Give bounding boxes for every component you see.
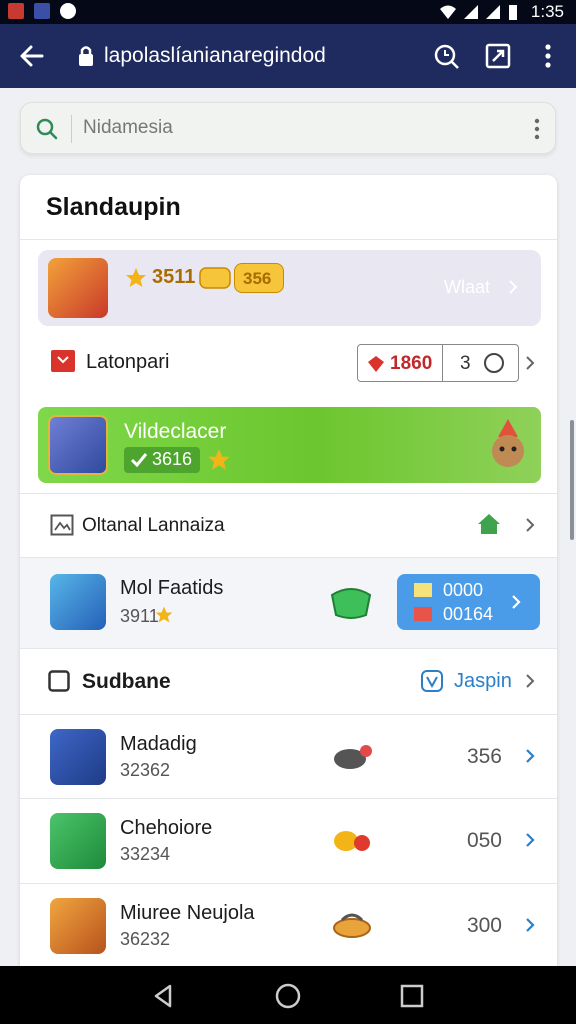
scrollbar[interactable]	[570, 420, 574, 540]
game-icon	[50, 813, 106, 869]
list-item[interactable]: Chehoiore 33234 050	[20, 799, 557, 883]
notification-icon	[8, 3, 24, 19]
chevron-right-icon	[526, 749, 535, 763]
list-item-value: 356	[466, 745, 502, 768]
game-icon	[50, 574, 106, 630]
flag-icon	[51, 350, 75, 372]
search-icon	[36, 118, 58, 140]
chevron-right-icon[interactable]	[523, 356, 537, 370]
featured-game-score: 3911	[120, 606, 159, 626]
star-icon	[126, 268, 146, 287]
divider	[20, 493, 557, 494]
translate-icon	[421, 670, 443, 692]
chevron-right-icon	[526, 833, 535, 847]
chevron-right-icon[interactable]	[523, 518, 537, 532]
list-item[interactable]: Miuree Neujola 36232 300	[20, 884, 557, 968]
button-line-2: 00164	[443, 604, 494, 624]
status-bar: 1:35	[0, 0, 576, 24]
wifi-icon	[440, 5, 456, 19]
promo-chip: 3616	[124, 447, 200, 473]
list-item[interactable]: Madadig 32362 356	[20, 715, 557, 798]
media-icon	[60, 3, 76, 19]
list-item-value: 050	[466, 829, 502, 852]
chevron-right-icon	[509, 280, 518, 294]
promo-title: Vildeclacer	[124, 420, 227, 443]
lock-icon	[79, 46, 93, 66]
featured-game-name: Mol Faatids	[120, 577, 224, 599]
chevron-right-icon[interactable]	[523, 674, 537, 688]
checkbox-icon[interactable]	[48, 670, 70, 692]
main-card: Slandaupin 3511 356 Wlaat Latonpari 1860…	[20, 175, 557, 975]
section-title: Sudbane	[82, 670, 171, 693]
edit-icon[interactable]	[482, 40, 514, 72]
game-icon	[50, 898, 106, 954]
featured-banner[interactable]: 3511 356 Wlaat	[38, 250, 541, 326]
card-title: Slandaupin	[46, 193, 181, 221]
tokens-label: Latonpari	[86, 351, 170, 373]
section-link[interactable]: Jaspin	[454, 670, 512, 693]
list-item-sub: 33234	[120, 844, 171, 864]
pill-divider	[442, 345, 443, 381]
search-divider	[71, 115, 72, 143]
chat-icon	[484, 353, 504, 373]
button-line-1: 0000	[443, 580, 484, 600]
ticket-icon	[414, 607, 432, 621]
bag-icon	[330, 588, 372, 619]
back-arrow-icon[interactable]	[16, 40, 48, 72]
featured-badge: 356	[234, 263, 284, 293]
image-icon	[50, 514, 74, 536]
tokens-pill[interactable]: 1860 3	[357, 344, 519, 382]
list-item-name: Chehoiore	[120, 817, 213, 839]
divider	[20, 239, 557, 240]
chevron-right-icon	[526, 918, 535, 932]
signal-icon	[464, 5, 478, 19]
star-icon	[155, 606, 173, 623]
app-icon	[34, 3, 50, 19]
check-icon	[130, 453, 148, 468]
refresh-search-icon[interactable]	[430, 40, 462, 72]
list-item-name: Madadig	[120, 733, 197, 755]
app-bar: lapolaslíanianaregindod	[0, 24, 576, 88]
gem-icon	[368, 356, 384, 372]
promo-banner[interactable]: Vildeclacer 3616	[38, 407, 541, 483]
search-bar[interactable]: Nidamesia	[20, 102, 556, 154]
search-placeholder: Nidamesia	[83, 117, 173, 138]
url-text: lapolaslíanianaregindod	[104, 44, 326, 67]
more-vert-icon[interactable]	[532, 40, 564, 72]
item-icon	[334, 831, 370, 851]
chevron-right-icon	[512, 595, 521, 609]
game-icon	[48, 415, 108, 475]
game-icon	[50, 729, 106, 785]
mascot-icon	[492, 419, 524, 467]
list-item-sub: 36232	[120, 929, 171, 949]
signal-icon-2	[486, 5, 500, 19]
gift-icon	[414, 583, 432, 597]
channel-label: Oltanal Lannaiza	[82, 515, 225, 536]
url-bar[interactable]: lapolaslíanianaregindod	[66, 32, 416, 80]
ticket-icon	[199, 267, 231, 289]
list-item-name: Miuree Neujola	[120, 902, 255, 924]
battery-icon	[509, 5, 517, 20]
list-item-sub: 32362	[120, 760, 171, 780]
clock: 1:35	[530, 2, 564, 21]
nav-home-icon[interactable]	[274, 982, 302, 1010]
featured-action[interactable]: Wlaat	[444, 277, 490, 298]
nav-recents-icon[interactable]	[398, 982, 426, 1010]
tokens-count: 3	[460, 353, 471, 374]
game-icon	[48, 258, 108, 318]
list-item-value: 300	[466, 914, 502, 937]
divider	[20, 648, 557, 649]
system-nav-bar	[0, 966, 576, 1024]
star-icon	[208, 449, 230, 470]
home-icon[interactable]	[476, 512, 502, 536]
more-vert-icon[interactable]	[533, 117, 541, 141]
featured-rating: 3511	[152, 266, 196, 288]
featured-game-button[interactable]: 0000 00164	[397, 574, 540, 630]
item-icon	[334, 745, 372, 769]
tokens-value: 1860	[390, 353, 433, 374]
item-icon	[333, 913, 371, 938]
nav-back-icon[interactable]	[150, 982, 178, 1010]
